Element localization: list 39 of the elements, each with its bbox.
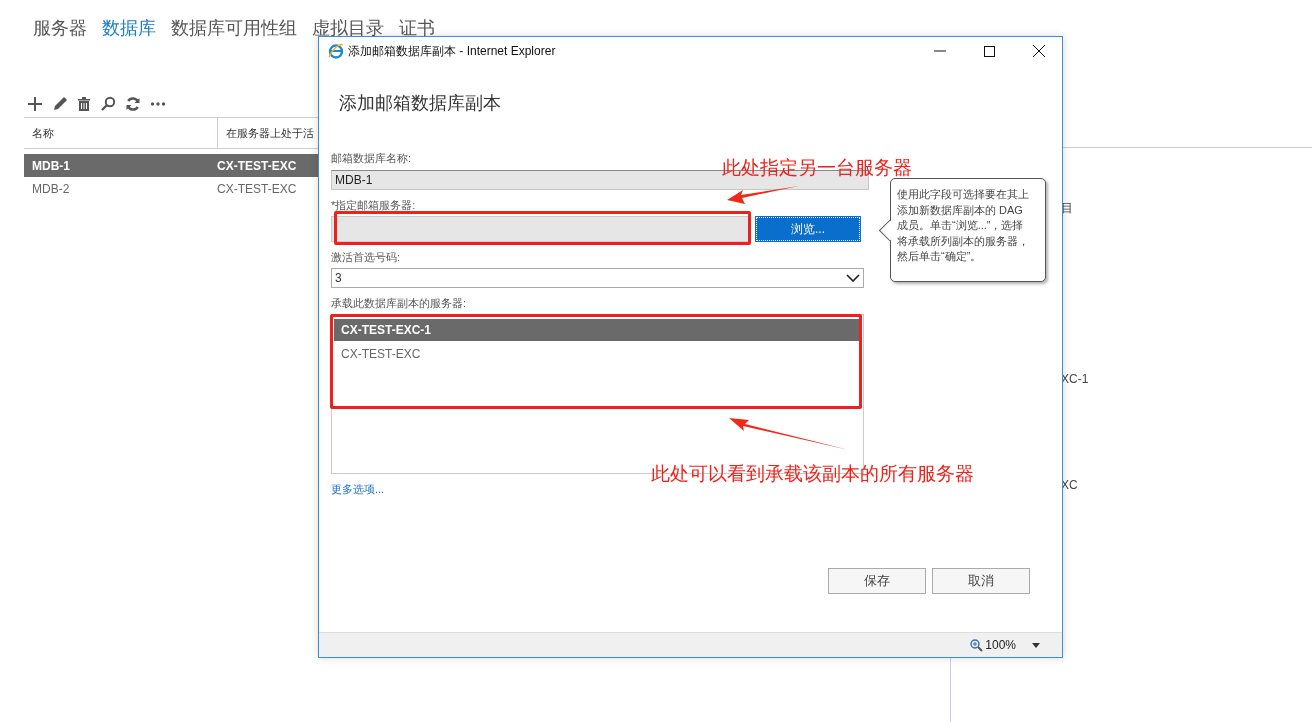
table-cell: CX-TEST-EXC [217, 158, 297, 173]
activation-dropdown[interactable]: 3 [331, 268, 864, 288]
table-cell: CX-TEST-EXC [217, 181, 297, 196]
window-title: 添加邮箱数据库副本 - Internet Explorer [348, 42, 556, 60]
dialog-button[interactable]: 取消 [932, 568, 1030, 594]
zoom-level[interactable]: 100% [985, 638, 1016, 652]
column-header[interactable]: 在服务器上处于活 [217, 118, 314, 148]
field-label: 承载此数据库副本的服务器: [331, 296, 467, 310]
table-cell-text: MDB-2 [31, 181, 71, 196]
detail-text: 目 [1061, 200, 1073, 217]
tooltip-text: 使用此字段可选择要在其上添加新数据库副本的 DAG 成员。单击“浏览...”，选择将承载所列副本的服务器，然后单击“确定”。 [897, 187, 1030, 264]
field-label: 激活首选号码: [331, 250, 401, 264]
server-list-item[interactable]: CX-TEST-EXC-1 [334, 319, 861, 341]
more-options-link[interactable]: 更多选项... [331, 482, 385, 497]
dialog-heading: 添加邮箱数据库副本 [339, 92, 502, 114]
caret-icon[interactable] [1032, 642, 1040, 648]
dialog-button[interactable]: 保存 [828, 568, 926, 594]
nav-tab[interactable]: 服务器 [33, 16, 87, 46]
table-cell-text: MDB-1 [31, 158, 71, 173]
close-icon[interactable] [1033, 45, 1045, 57]
browser-icon [328, 43, 344, 59]
server-list-item[interactable]: CX-TEST-EXC [334, 343, 861, 365]
search-icon[interactable] [100, 96, 116, 112]
more-icon[interactable] [150, 101, 166, 107]
nav-tab[interactable]: 数据库可用性组 [171, 16, 297, 46]
refresh-icon[interactable] [125, 96, 141, 112]
nav-tab[interactable]: 数据库 [102, 16, 156, 46]
arrow [727, 185, 799, 205]
field-label: *指定邮箱服务器: [331, 198, 416, 212]
annotation-text: 此处可以看到承载该副本的所有服务器 [651, 462, 974, 486]
browse-button[interactable]: 浏览... [756, 217, 860, 241]
maximize-icon[interactable] [984, 45, 995, 57]
add-icon[interactable] [27, 96, 43, 112]
field-label: 邮箱数据库名称: [331, 151, 412, 165]
trash-icon[interactable] [77, 96, 91, 112]
column-header[interactable]: 名称 [24, 125, 217, 141]
pencil-icon[interactable] [52, 96, 68, 112]
chevron-icon [846, 274, 860, 282]
zoom-icon[interactable] [970, 638, 984, 652]
